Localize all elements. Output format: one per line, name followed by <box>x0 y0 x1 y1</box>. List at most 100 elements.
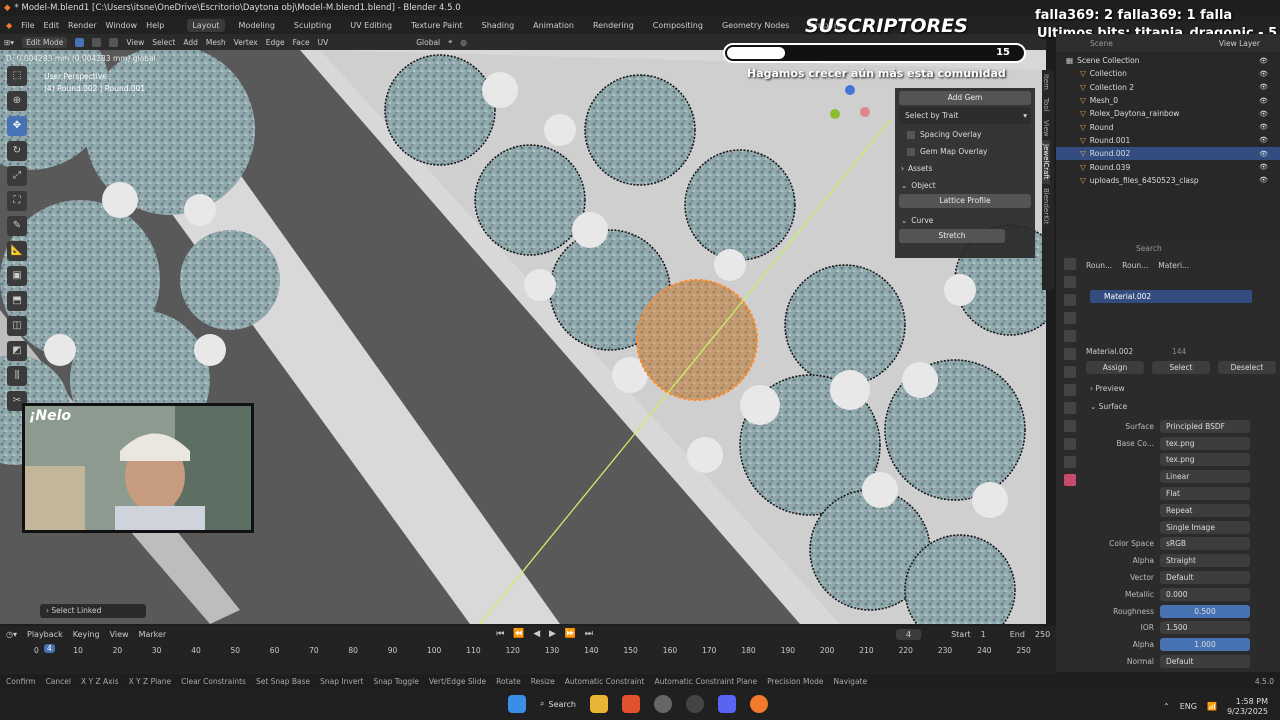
property-field[interactable]: Principled BSDF <box>1160 419 1250 433</box>
view-layer-tab-icon[interactable] <box>1064 312 1076 324</box>
visibility-eye-icon[interactable]: 👁 <box>1259 83 1268 91</box>
snap-icon[interactable]: ⌖ <box>448 37 452 47</box>
start-field[interactable]: 1 <box>981 630 986 639</box>
file-explorer-icon[interactable] <box>589 695 608 713</box>
checkbox-icon[interactable] <box>907 130 915 139</box>
property-field[interactable]: Default <box>1160 655 1250 669</box>
breadcrumb-material[interactable]: Materi... <box>1158 261 1189 270</box>
playhead[interactable]: 4 <box>44 644 55 653</box>
measure-icon[interactable]: 📐 <box>7 241 27 261</box>
visibility-eye-icon[interactable]: 👁 <box>1259 57 1268 65</box>
material-tab-icon[interactable] <box>1064 474 1076 486</box>
outliner-item[interactable]: ▽ Round.001 👁 <box>1056 134 1280 147</box>
tab-uv-editing[interactable]: UV Editing <box>345 19 397 32</box>
assign-button[interactable]: Assign <box>1086 360 1144 374</box>
data-tab-icon[interactable] <box>1064 456 1076 468</box>
gem-map-overlay-toggle[interactable]: Gem Map Overlay <box>895 143 1035 160</box>
mode-selector[interactable]: Edit Mode <box>22 36 68 48</box>
header-select[interactable]: Select <box>152 38 175 47</box>
tab-compositing[interactable]: Compositing <box>648 19 708 32</box>
outliner-item[interactable]: ▽ Collection 👁 <box>1056 67 1280 80</box>
breadcrumb-object[interactable]: Roun... <box>1086 261 1112 270</box>
timeline-playback[interactable]: Playback <box>27 630 63 639</box>
annotate-icon[interactable]: ✎ <box>7 216 27 236</box>
property-field[interactable]: Flat <box>1160 487 1250 501</box>
particles-tab-icon[interactable] <box>1064 402 1076 414</box>
object-panel-header[interactable]: ⌄ Object <box>895 177 1035 194</box>
menu-help[interactable]: Help <box>146 21 164 30</box>
header-face[interactable]: Face <box>293 38 310 47</box>
assets-panel-header[interactable]: › Assets <box>895 160 1035 177</box>
visibility-eye-icon[interactable]: 👁 <box>1259 136 1268 144</box>
visibility-eye-icon[interactable]: 👁 <box>1259 150 1268 158</box>
outliner-item[interactable]: ▽ Round 👁 <box>1056 120 1280 133</box>
tab-geometry-nodes[interactable]: Geometry Nodes <box>717 19 794 32</box>
windows-start-icon[interactable] <box>508 695 526 713</box>
proportional-icon[interactable]: ◎ <box>460 38 467 47</box>
outliner-search[interactable]: Scene <box>1090 39 1113 48</box>
timeline-editor-icon[interactable]: ◷▾ <box>6 630 17 639</box>
property-field[interactable]: Single Image <box>1160 520 1250 534</box>
modifier-tab-icon[interactable] <box>1064 384 1076 396</box>
clock[interactable]: 1:58 PM 9/23/2025 <box>1227 697 1268 716</box>
transform-icon[interactable]: ⛶ <box>7 191 27 211</box>
stretch-button[interactable]: Stretch <box>899 229 1005 243</box>
vertex-select-icon[interactable] <box>75 37 85 47</box>
menu-render[interactable]: Render <box>68 21 96 30</box>
add-cube-icon[interactable]: ▣ <box>7 266 27 286</box>
visibility-eye-icon[interactable]: 👁 <box>1259 163 1268 171</box>
tray-chevron-icon[interactable]: ⌃ <box>1163 702 1170 711</box>
menu-window[interactable]: Window <box>106 21 138 30</box>
property-field[interactable]: 0.500 <box>1160 604 1250 618</box>
property-field[interactable]: 0.000 <box>1160 587 1250 601</box>
header-mesh[interactable]: Mesh <box>206 38 226 47</box>
render-tab-icon[interactable] <box>1064 276 1076 288</box>
property-field[interactable]: 1.500 <box>1160 621 1250 635</box>
tab-blenderkit[interactable]: BlenderKit <box>1042 184 1050 228</box>
extrude-icon[interactable]: ⬒ <box>7 291 27 311</box>
bevel-icon[interactable]: ◩ <box>7 341 27 361</box>
language-indicator[interactable]: ENG <box>1180 702 1197 711</box>
rotate-icon[interactable]: ↻ <box>7 141 27 161</box>
tool-tab-icon[interactable] <box>1064 258 1076 270</box>
face-select-icon[interactable] <box>109 37 119 47</box>
header-edge[interactable]: Edge <box>266 38 285 47</box>
header-uv[interactable]: UV <box>318 38 329 47</box>
physics-tab-icon[interactable] <box>1064 420 1076 432</box>
taskbar-search[interactable]: ⌕ Search <box>540 699 576 709</box>
outliner-item[interactable]: ▽ Rolex_Daytona_rainbow 👁 <box>1056 107 1280 120</box>
blender-taskbar-icon[interactable] <box>749 695 768 713</box>
outliner-item[interactable]: ▽ Round.002 👁 <box>1056 147 1280 161</box>
cursor-icon[interactable]: ⊕ <box>7 91 27 111</box>
property-field[interactable]: Repeat <box>1160 503 1250 517</box>
tab-modeling[interactable]: Modeling <box>234 19 280 32</box>
output-tab-icon[interactable] <box>1064 294 1076 306</box>
constraints-tab-icon[interactable] <box>1064 438 1076 450</box>
visibility-eye-icon[interactable]: 👁 <box>1259 110 1268 118</box>
tab-rendering[interactable]: Rendering <box>588 19 639 32</box>
tab-texture-paint[interactable]: Texture Paint <box>406 19 468 32</box>
end-field[interactable]: 250 <box>1035 630 1050 639</box>
outliner-item[interactable]: ▽ Mesh_0 👁 <box>1056 94 1280 107</box>
blender-menu-icon[interactable]: ◆ <box>6 21 12 30</box>
scene-tab-icon[interactable] <box>1064 330 1076 342</box>
preview-panel-header[interactable]: › Preview <box>1090 384 1125 393</box>
select-box-icon[interactable]: ⬚ <box>7 66 27 86</box>
settings-icon[interactable] <box>653 695 672 713</box>
deselect-button[interactable]: Deselect <box>1218 360 1276 374</box>
object-tab-icon[interactable] <box>1064 366 1076 378</box>
playback-controls[interactable]: ⏮ ⏪ ◀ ▶ ⏩ ⏭ <box>496 629 596 639</box>
tab-shading[interactable]: Shading <box>477 19 520 32</box>
checkbox-icon[interactable] <box>907 147 915 156</box>
brave-browser-icon[interactable] <box>621 695 640 713</box>
discord-icon[interactable] <box>717 695 736 713</box>
property-field[interactable]: tex.png <box>1160 453 1250 467</box>
tab-sculpting[interactable]: Sculpting <box>289 19 336 32</box>
current-frame-field[interactable]: 4 <box>895 628 922 640</box>
move-icon[interactable]: ✥ <box>7 116 27 136</box>
props-search[interactable]: Search <box>1136 244 1162 253</box>
3d-viewport[interactable]: D: 0.004283 mm (0.004283 mm) global User… <box>0 50 1046 624</box>
property-field[interactable]: tex.png <box>1160 436 1250 450</box>
edge-select-icon[interactable] <box>92 37 102 47</box>
lattice-profile-button[interactable]: Lattice Profile <box>899 194 1031 208</box>
